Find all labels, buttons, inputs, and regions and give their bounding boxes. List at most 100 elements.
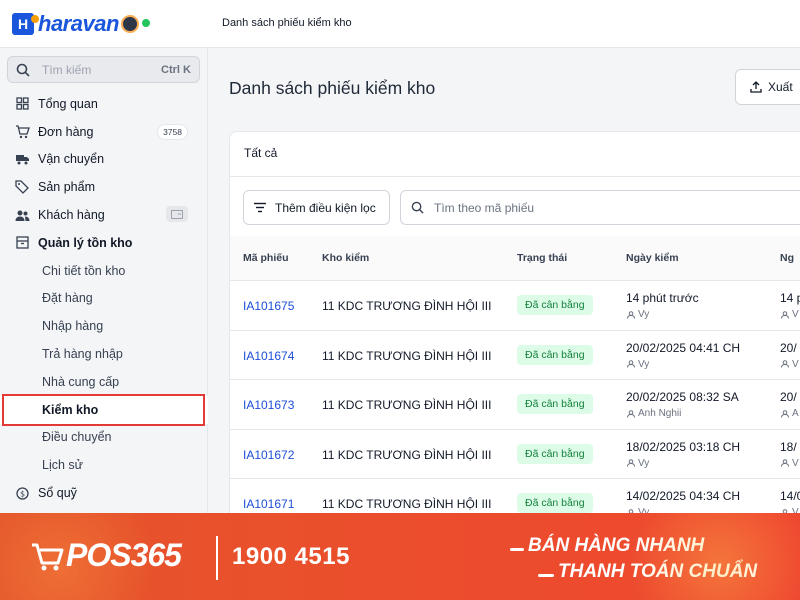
- table-header: Mã phiếu Kho kiểm Trạng thái Ngày kiểm N…: [230, 236, 800, 280]
- user-icon: [781, 310, 789, 319]
- check-date: 14/02/2025 04:34 CH: [626, 489, 741, 503]
- svg-text:$: $: [20, 489, 25, 498]
- next-date: 18/: [780, 439, 797, 454]
- export-label: Xuất: [768, 80, 793, 94]
- status-badge: Đã cân bằng: [517, 493, 593, 513]
- user-icon: [627, 360, 635, 368]
- add-filter-button[interactable]: Thêm điều kiện lọc: [243, 190, 390, 225]
- stock-check-code-link[interactable]: IA101671: [243, 497, 294, 511]
- sidebar-subitem-history[interactable]: Lịch sử: [0, 451, 208, 479]
- stock-check-card: Tất cả Thêm điều kiện lọc Tìm theo mã ph…: [229, 131, 800, 571]
- user-name: Vy: [638, 457, 650, 469]
- user-icon: [781, 409, 789, 418]
- slogan-line-2: THANH TOÁN CHUẨN: [558, 561, 758, 582]
- next-user: V: [781, 359, 799, 370]
- hotline-number: 1900 4515: [232, 543, 350, 570]
- column-header-code: Mã phiếu: [243, 252, 289, 264]
- stock-check-code-link[interactable]: IA101674: [243, 349, 294, 363]
- checked-by: Vy: [627, 458, 649, 469]
- code-search-input[interactable]: Tìm theo mã phiếu: [400, 190, 800, 225]
- check-date: 18/02/2025 03:18 CH: [626, 439, 741, 454]
- slogan-line-1: BÁN HÀNG NHANH: [528, 535, 705, 556]
- user-name: Vy: [638, 358, 650, 370]
- warehouse-cell: 11 KDC TRƯƠNG ĐÌNH HỘI III: [322, 398, 492, 412]
- inventory-icon: [14, 235, 30, 251]
- avatar[interactable]: [120, 15, 139, 33]
- user-icon: [627, 409, 635, 418]
- search-icon: [411, 201, 424, 214]
- active-item-highlight: [2, 394, 205, 426]
- upload-icon: [750, 81, 762, 93]
- warehouse-cell: 11 KDC TRƯƠNG ĐÌNH HỘI III: [322, 348, 492, 363]
- logo-mark-icon: H: [12, 13, 39, 35]
- sidebar-item-customers[interactable]: Khách hàng: [0, 201, 208, 229]
- status-badge: Đã cân bằng: [517, 443, 593, 464]
- user-name: Vy: [638, 309, 650, 320]
- next-date: 20/: [780, 340, 797, 355]
- speed-line: [538, 574, 554, 577]
- column-header-next: Ng: [780, 252, 794, 264]
- warehouse-cell: 11 KDC TRƯƠNG ĐÌNH HỘI III: [322, 447, 492, 462]
- stock-check-code-link[interactable]: IA101672: [243, 448, 294, 462]
- banner-divider: [216, 536, 218, 580]
- sidebar-item-label: Vận chuyển: [38, 152, 105, 167]
- next-user: V: [781, 458, 799, 469]
- sidebar-subitem-receiving[interactable]: Nhập hàng: [0, 312, 208, 340]
- column-header-check-date: Ngày kiểm: [626, 252, 679, 264]
- stock-check-code-link[interactable]: IA101673: [243, 398, 294, 412]
- online-status-icon: [142, 19, 150, 27]
- users-icon: [14, 207, 30, 223]
- user-name: V: [792, 358, 799, 370]
- check-date: 20/02/2025 04:41 CH: [626, 340, 741, 355]
- tab-all[interactable]: Tất cả: [244, 146, 277, 160]
- table-row[interactable]: IA101674 11 KDC TRƯƠNG ĐÌNH HỘI III Đã c…: [230, 329, 800, 380]
- page-title: Danh sách phiếu kiểm kho: [229, 78, 436, 98]
- tag-icon: [14, 179, 30, 195]
- search-shortcut: Ctrl K: [161, 63, 191, 76]
- user-icon: [627, 459, 635, 467]
- sidebar-item-overview[interactable]: Tổng quan: [0, 90, 208, 118]
- checked-by: Vy: [627, 359, 649, 370]
- haravan-logo[interactable]: H haravan: [12, 8, 139, 40]
- pos365-banner: POS365 1900 4515 BÁN HÀNG NHANH THANH TO…: [0, 513, 800, 600]
- checked-by: Vy: [627, 309, 649, 320]
- table-row[interactable]: IA101672 11 KDC TRƯƠNG ĐÌNH HỘI III Đã c…: [230, 428, 800, 479]
- table-row[interactable]: IA101675 11 KDC TRƯƠNG ĐÌNH HỘI III Đã c…: [230, 280, 800, 330]
- next-date: 14 p: [780, 291, 800, 305]
- sidebar-item-label: Sản phẩm: [38, 180, 95, 195]
- search-placeholder: Tìm kiếm: [42, 62, 92, 77]
- sidebar-subitem-purchase-orders[interactable]: Đặt hàng: [0, 285, 208, 313]
- next-user: A: [781, 408, 799, 419]
- breadcrumb: Danh sách phiếu kiểm kho: [222, 17, 352, 29]
- search-icon: [16, 63, 30, 77]
- customer-card-icon[interactable]: [166, 206, 188, 223]
- user-icon: [781, 459, 789, 467]
- stock-check-code-link[interactable]: IA101675: [243, 299, 294, 313]
- sidebar-item-inventory[interactable]: Quản lý tồn kho: [0, 229, 208, 257]
- sidebar-item-cashbook[interactable]: $ Sổ quỹ: [0, 479, 208, 507]
- sidebar-item-shipping[interactable]: Vận chuyển: [0, 146, 208, 174]
- sidebar-search[interactable]: Tìm kiếm Ctrl K: [7, 56, 200, 83]
- status-badge: Đã cân bằng: [517, 295, 593, 315]
- search-placeholder: Tìm theo mã phiếu: [434, 200, 535, 215]
- sidebar-subitem-returns[interactable]: Trả hàng nhập: [0, 340, 208, 368]
- sidebar-subitem-suppliers[interactable]: Nhà cung cấp: [0, 368, 208, 396]
- sidebar-item-label: Tổng quan: [38, 96, 98, 111]
- user-name: V: [792, 309, 799, 320]
- column-header-warehouse: Kho kiểm: [322, 252, 370, 264]
- sidebar-subitem-inventory-details[interactable]: Chi tiết tồn kho: [0, 257, 208, 285]
- sidebar-item-label: Sổ quỹ: [38, 486, 77, 501]
- filter-label: Thêm điều kiện lọc: [275, 200, 376, 215]
- cashbook-icon: $: [14, 485, 30, 501]
- export-button[interactable]: Xuất: [735, 69, 800, 105]
- logo-text: haravan: [38, 11, 119, 36]
- sidebar-item-orders[interactable]: Đơn hàng 3758: [0, 118, 208, 146]
- table-row[interactable]: IA101673 11 KDC TRƯƠNG ĐÌNH HỘI III Đã c…: [230, 379, 800, 429]
- orders-count-badge: 3758: [157, 123, 188, 140]
- sidebar-subitem-transfers[interactable]: Điều chuyển: [0, 424, 208, 452]
- sidebar-item-products[interactable]: Sản phẩm: [0, 173, 208, 201]
- cart-icon: [14, 124, 30, 140]
- status-badge: Đã cân bằng: [517, 394, 593, 414]
- top-bar: H haravan Danh sách phiếu kiểm kho: [0, 0, 800, 48]
- speed-line: [510, 548, 524, 551]
